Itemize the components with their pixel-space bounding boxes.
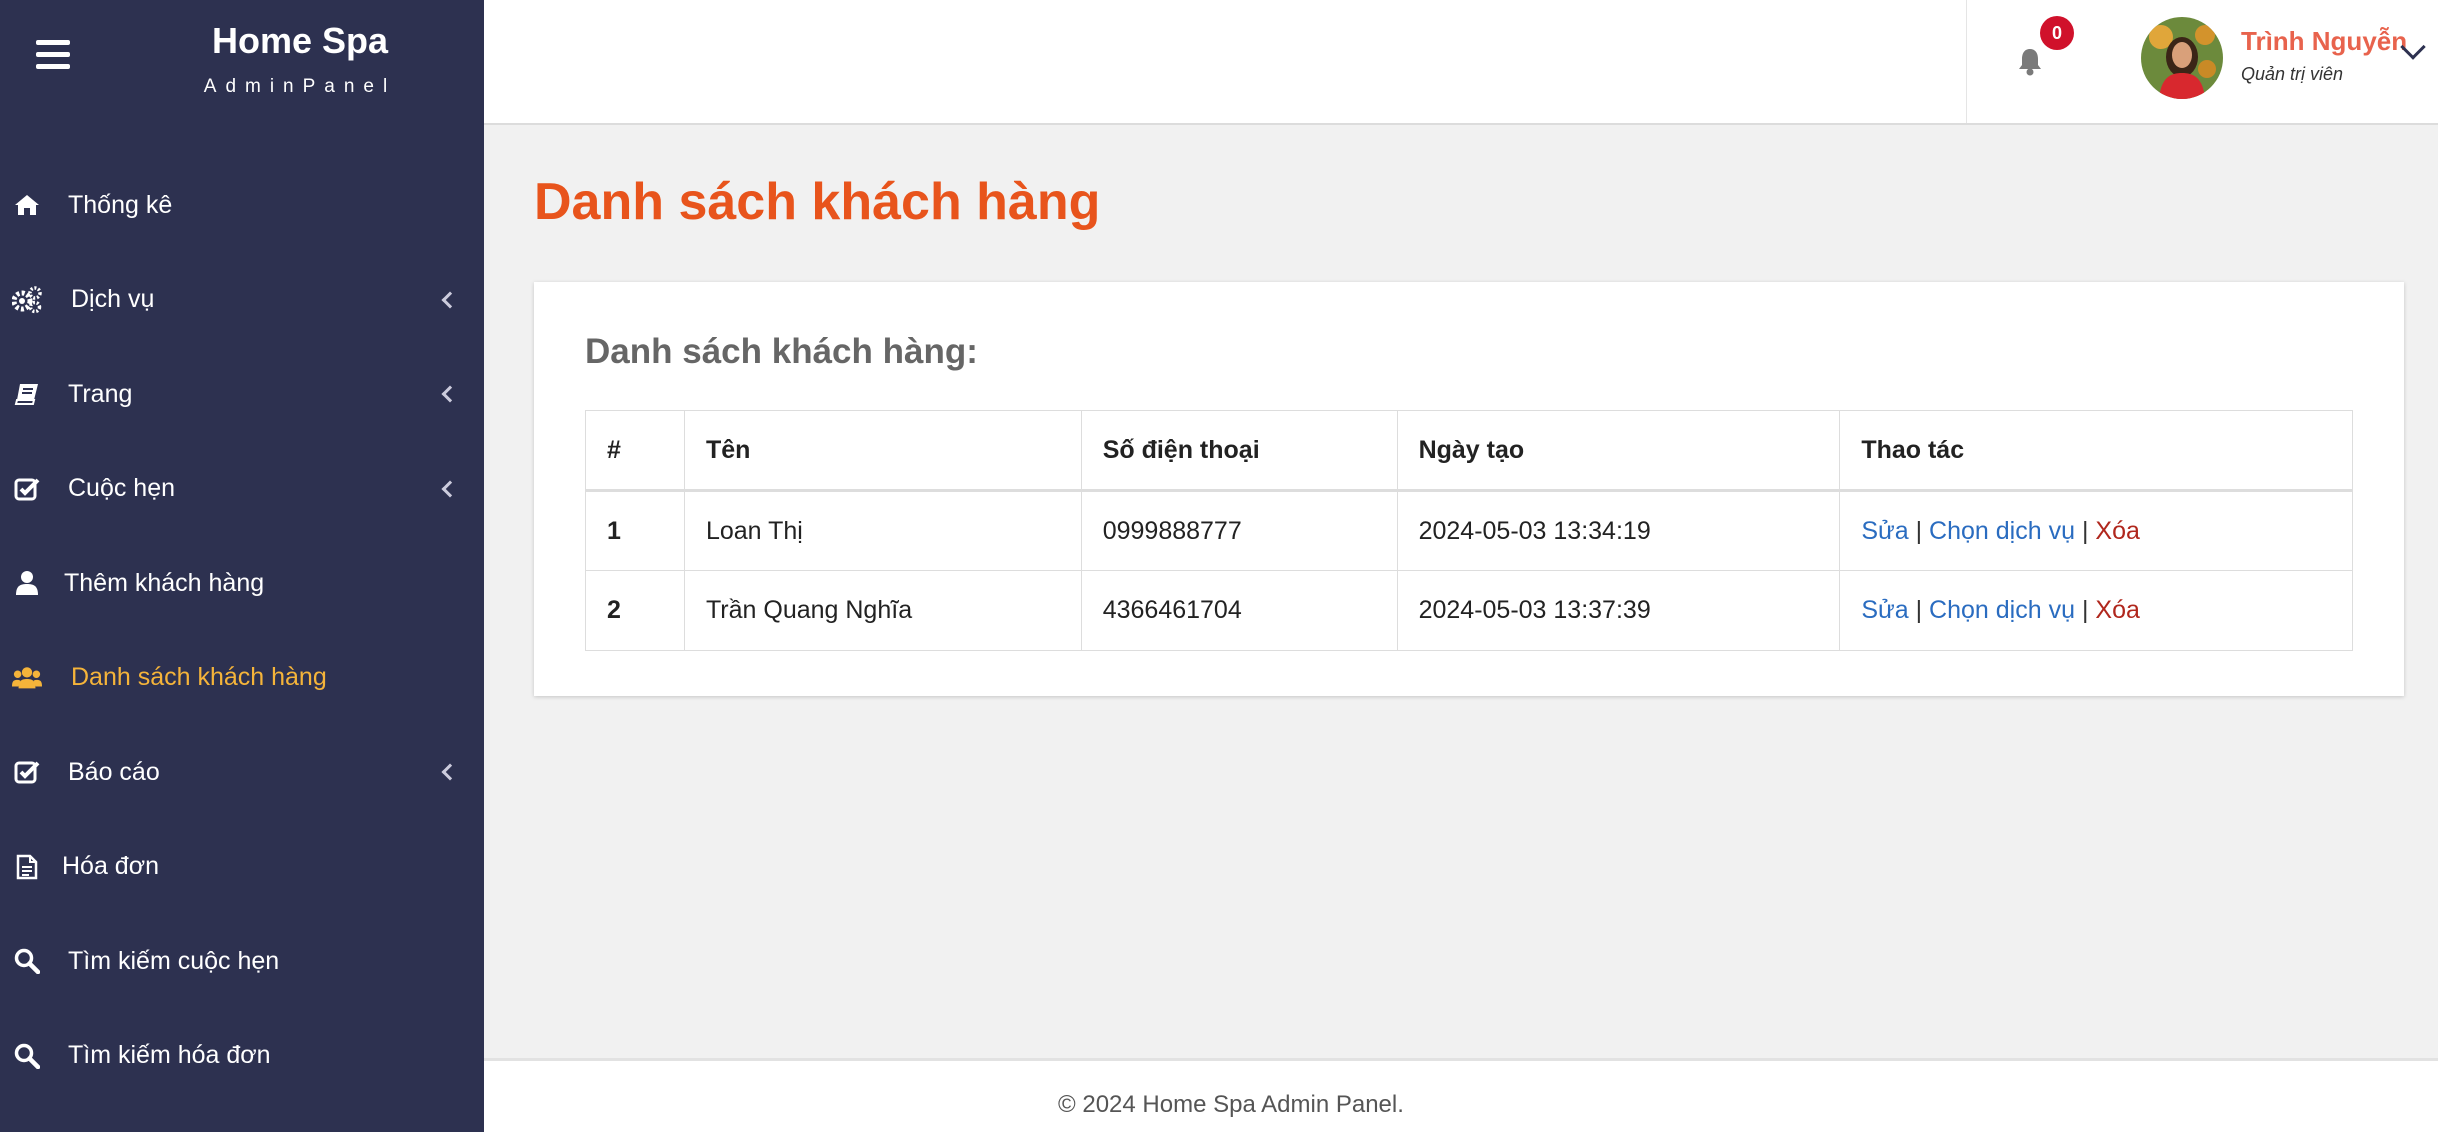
menu-toggle-icon[interactable]	[36, 40, 70, 70]
delete-link[interactable]: Xóa	[2095, 596, 2139, 624]
table-header-row: # Tên Số điện thoại Ngày tạo Thao tác	[585, 410, 2353, 492]
chevron-left-icon	[441, 763, 459, 781]
sidebar-item-hoa-don[interactable]: Hóa đơn	[0, 820, 484, 915]
sidebar-item-label: Trang	[68, 379, 133, 408]
customer-list-card: Danh sách khách hàng: # Tên Số điện thoạ…	[534, 282, 2404, 696]
user-name[interactable]: Trình Nguyễn	[2241, 26, 2407, 57]
home-icon	[12, 190, 42, 220]
notification-badge: 0	[2040, 16, 2074, 50]
brand-subtitle: AdminPanel	[203, 76, 397, 97]
users-icon	[12, 663, 42, 693]
sidebar-item-label: Dịch vụ	[71, 285, 155, 314]
customer-phone: 0999888777	[1080, 490, 1398, 571]
sidebar-nav: Thống kê Dịch vụ Trang Cuộc hẹn Thêm khá…	[0, 158, 484, 1103]
avatar[interactable]	[2141, 17, 2223, 99]
sidebar-item-label: Thống kê	[68, 190, 173, 219]
brand: Home Spa AdminPanel	[0, 0, 484, 125]
customer-table: # Tên Số điện thoại Ngày tạo Thao tác 1 …	[585, 410, 2353, 651]
sidebar: Home Spa AdminPanel Thống kê Dịch vụ Tra…	[0, 0, 484, 1132]
topbar-divider	[1966, 0, 1967, 123]
chevron-left-icon	[441, 480, 459, 498]
created-date: 2024-05-03 13:37:39	[1396, 570, 1841, 651]
user-role: Quản trị viên	[2241, 64, 2344, 84]
sidebar-item-bao-cao[interactable]: Báo cáo	[0, 725, 484, 820]
table-row: 1 Loan Thị 0999888777 2024-05-03 13:34:1…	[585, 490, 2353, 571]
customer-phone: 4366461704	[1080, 570, 1398, 651]
sidebar-item-label: Cuộc hẹn	[68, 474, 176, 503]
search-icon	[12, 1041, 42, 1071]
sidebar-item-label: Tìm kiếm hóa đơn	[68, 1041, 271, 1070]
delete-link[interactable]: Xóa	[2095, 517, 2139, 545]
footer: © 2024 Home Spa Admin Panel.	[484, 1058, 2438, 1132]
chevron-left-icon	[441, 291, 459, 309]
customer-name: Loan Thị	[683, 490, 1082, 571]
created-date: 2024-05-03 13:34:19	[1396, 490, 1841, 571]
row-index: 2	[585, 570, 685, 651]
row-index: 1	[585, 490, 685, 571]
search-icon	[12, 946, 42, 976]
gears-icon	[12, 285, 42, 315]
sidebar-item-them-khach-hang[interactable]: Thêm khách hàng	[0, 536, 484, 631]
separator: |	[1915, 596, 1923, 624]
table-row: 2 Trần Quang Nghĩa 4366461704 2024-05-03…	[585, 570, 2353, 651]
check-square-icon	[12, 757, 42, 787]
sidebar-item-tim-kiem-cuoc-hen[interactable]: Tìm kiếm cuộc hẹn	[0, 914, 484, 1009]
book-icon	[12, 379, 42, 409]
column-header-index: #	[585, 410, 685, 492]
column-header-name: Tên	[683, 410, 1082, 492]
column-header-actions: Thao tác	[1839, 410, 2353, 492]
page-title: Danh sách khách hàng	[534, 173, 1101, 231]
topbar: 0 Trình Nguyễn Quản trị viên	[484, 0, 2438, 125]
sidebar-item-danh-sach-khach-hang[interactable]: Danh sách khách hàng	[0, 631, 484, 726]
sidebar-item-label: Hóa đơn	[62, 852, 160, 881]
card-title: Danh sách khách hàng:	[585, 332, 978, 371]
sidebar-item-dich-vu[interactable]: Dịch vụ	[0, 253, 484, 348]
row-actions: Sửa | Chọn dịch vụ | Xóa	[1839, 570, 2353, 651]
edit-link[interactable]: Sửa	[1861, 596, 1908, 624]
brand-title[interactable]: Home Spa	[160, 20, 440, 62]
column-header-created: Ngày tạo	[1396, 410, 1841, 492]
sidebar-item-label: Danh sách khách hàng	[71, 663, 327, 692]
choose-service-link[interactable]: Chọn dịch vụ	[1929, 517, 2075, 545]
edit-link[interactable]: Sửa	[1861, 517, 1908, 545]
customer-name: Trần Quang Nghĩa	[683, 570, 1082, 651]
separator: |	[2081, 596, 2089, 624]
column-header-phone: Số điện thoại	[1080, 410, 1398, 492]
user-icon	[12, 568, 42, 598]
sidebar-item-trang[interactable]: Trang	[0, 347, 484, 442]
sidebar-item-tim-kiem-hoa-don[interactable]: Tìm kiếm hóa đơn	[0, 1009, 484, 1104]
footer-text: © 2024 Home Spa Admin Panel.	[1058, 1091, 1404, 1118]
separator: |	[2081, 516, 2089, 545]
chevron-left-icon	[441, 385, 459, 403]
sidebar-item-label: Báo cáo	[68, 757, 160, 786]
file-text-icon	[12, 852, 42, 882]
check-square-icon	[12, 474, 42, 504]
sidebar-item-cuoc-hen[interactable]: Cuộc hẹn	[0, 442, 484, 537]
sidebar-item-thong-ke[interactable]: Thống kê	[0, 158, 484, 253]
sidebar-item-label: Thêm khách hàng	[64, 568, 265, 597]
choose-service-link[interactable]: Chọn dịch vụ	[1929, 596, 2075, 624]
sidebar-item-label: Tìm kiếm cuộc hẹn	[68, 946, 280, 975]
separator: |	[1915, 516, 1923, 545]
bell-icon[interactable]	[2016, 46, 2044, 76]
row-actions: Sửa | Chọn dịch vụ | Xóa	[1839, 490, 2353, 571]
